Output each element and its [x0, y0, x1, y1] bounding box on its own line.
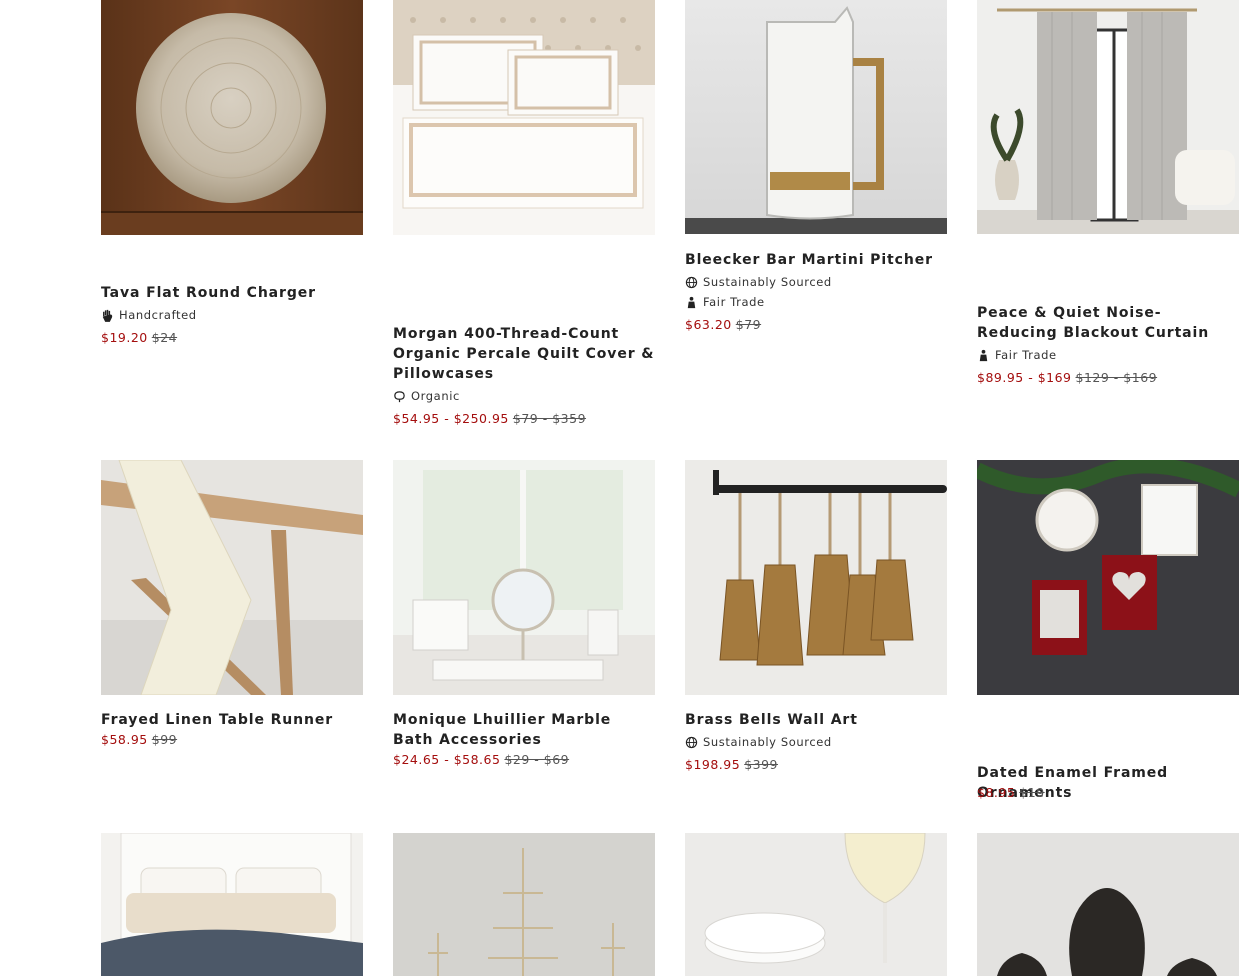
cotton-icon: [394, 390, 405, 402]
product-price: $54.95 - $250.95 $79 - $359: [393, 411, 586, 426]
product-image-dated[interactable]: [977, 460, 1239, 695]
globe-icon: [685, 736, 698, 748]
product-image-bleecker[interactable]: [685, 0, 947, 234]
original-price: $19: [1019, 785, 1045, 800]
fair-trade-icon: [979, 349, 988, 361]
badge-sustainably-sourced: Sustainably Sourced: [685, 732, 832, 752]
original-price: $99: [151, 732, 178, 747]
badge-organic: Organic: [393, 386, 460, 406]
sale-price: $58.95: [101, 732, 148, 747]
sale-price: $89.95 - $169: [977, 370, 1072, 385]
product-price: $8.95 $19: [977, 785, 1045, 800]
badge-sustainably-sourced: Sustainably Sourced: [685, 272, 832, 292]
product-title[interactable]: Morgan 400-Thread-Count Organic Percale …: [393, 324, 655, 384]
product-image-frayed[interactable]: [101, 460, 363, 695]
globe-icon: [685, 276, 698, 288]
product-price: $198.95 $399: [685, 757, 778, 772]
hand-icon: [102, 309, 113, 322]
fair-trade-icon: [687, 296, 696, 308]
product-image-trees[interactable]: [393, 833, 655, 976]
product-image-quilt[interactable]: [101, 833, 363, 976]
product-price: $63.20 $79: [685, 317, 761, 332]
product-title[interactable]: Frayed Linen Table Runner: [101, 710, 363, 730]
product-price: $58.95 $99: [101, 732, 177, 747]
badge-handcrafted: Handcrafted: [101, 305, 197, 325]
product-image-tava[interactable]: [101, 0, 363, 235]
product-image-peace[interactable]: [977, 0, 1239, 234]
sale-price: $198.95: [685, 757, 741, 772]
original-price: $24: [151, 330, 178, 345]
product-price: $19.20 $24: [101, 330, 177, 345]
sale-price: $24.65 - $58.65: [393, 752, 501, 767]
sale-price: $54.95 - $250.95: [393, 411, 509, 426]
badge-fair-trade: Fair Trade: [685, 292, 765, 312]
sale-price: $19.20: [101, 330, 148, 345]
product-image-morgan[interactable]: [393, 0, 655, 235]
badge-fair-trade: Fair Trade: [977, 345, 1057, 365]
product-price: $89.95 - $169 $129 - $169: [977, 370, 1157, 385]
product-image-coasters[interactable]: [685, 833, 947, 976]
original-price: $79 - $359: [512, 411, 587, 426]
product-price: $24.65 - $58.65 $29 - $69: [393, 752, 569, 767]
product-title[interactable]: Tava Flat Round Charger: [101, 283, 363, 303]
product-image-vases[interactable]: [977, 833, 1239, 976]
product-title[interactable]: Brass Bells Wall Art: [685, 710, 947, 730]
sale-price: $8.95: [977, 785, 1016, 800]
original-price: $129 - $169: [1075, 370, 1158, 385]
original-price: $29 - $69: [504, 752, 570, 767]
product-title[interactable]: Monique Lhuillier Marble Bath Accessorie…: [393, 710, 655, 750]
product-title[interactable]: Peace & Quiet Noise-Reducing Blackout Cu…: [977, 303, 1239, 343]
product-image-monique[interactable]: [393, 460, 655, 695]
original-price: $399: [744, 757, 779, 772]
original-price: $79: [735, 317, 762, 332]
product-title[interactable]: Bleecker Bar Martini Pitcher: [685, 250, 947, 270]
sale-price: $63.20: [685, 317, 732, 332]
product-image-bells[interactable]: [685, 460, 947, 695]
